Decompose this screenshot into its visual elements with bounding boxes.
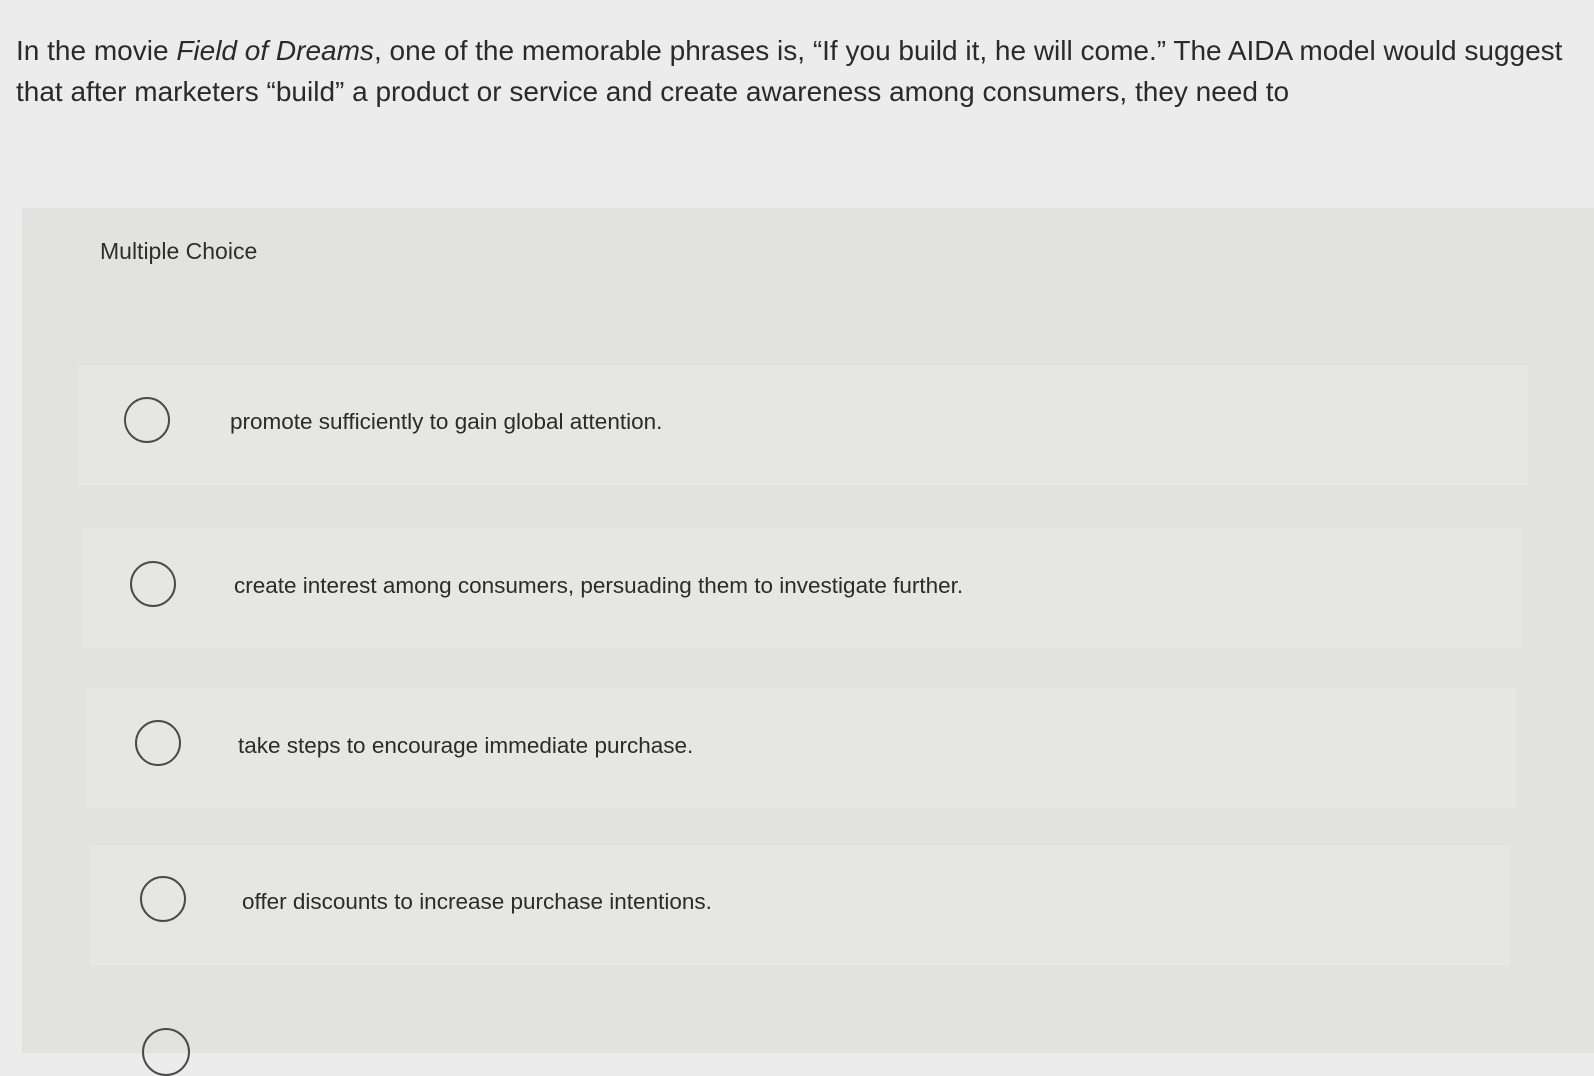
answer-option-4[interactable]: offer discounts to increase purchase int… <box>90 845 1510 965</box>
question-text: In the movie Field of Dreams, one of the… <box>16 30 1566 112</box>
radio-button-icon[interactable] <box>140 876 186 922</box>
movie-title: Field of Dreams <box>176 35 374 66</box>
radio-button-icon[interactable] <box>142 1028 190 1076</box>
answer-option-2[interactable]: create interest among consumers, persuad… <box>82 528 1522 648</box>
answer-option-label: offer discounts to increase purchase int… <box>242 889 712 914</box>
answer-option-label: promote sufficiently to gain global atte… <box>230 409 663 434</box>
answer-option-1[interactable]: promote sufficiently to gain global atte… <box>78 365 1528 485</box>
answer-option-label: take steps to encourage immediate purcha… <box>238 733 694 758</box>
answer-option-3[interactable]: take steps to encourage immediate purcha… <box>86 688 1516 808</box>
question-text-before: In the movie <box>16 35 177 66</box>
radio-button-icon[interactable] <box>130 561 176 607</box>
radio-button-icon[interactable] <box>135 720 181 766</box>
multiple-choice-label: Multiple Choice <box>100 238 258 264</box>
radio-button-icon[interactable] <box>124 397 170 443</box>
answer-option-label: create interest among consumers, persuad… <box>234 573 964 598</box>
